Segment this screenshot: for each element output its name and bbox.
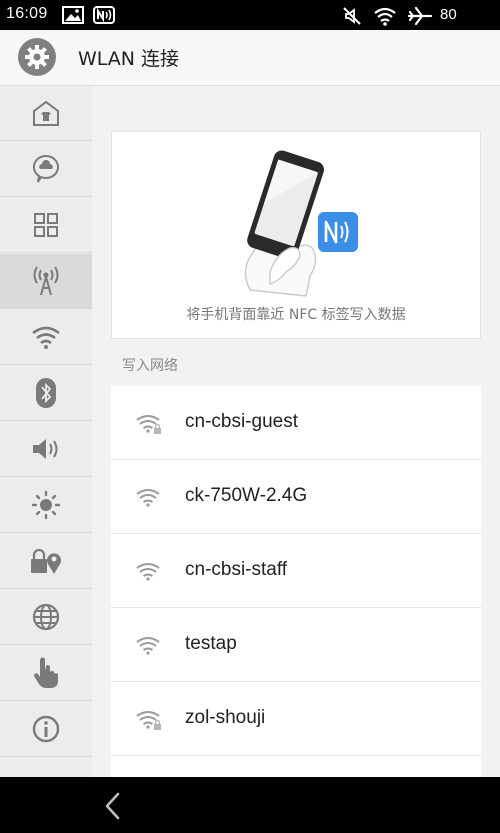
volume-icon	[31, 436, 61, 462]
network-item[interactable]: cn-cbsi-guest	[111, 386, 481, 460]
page-title: WLAN 连接	[78, 48, 180, 70]
network-name: cn-cbsi-staff	[185, 559, 288, 580]
globe-icon	[31, 602, 61, 632]
hotspot-antenna-icon	[30, 266, 62, 296]
bluetooth-icon	[34, 377, 58, 409]
main-panel: 将手机背面靠近 NFC 标签写入数据 写入网络 cn-cbsi-guest ck…	[92, 86, 500, 777]
sidebar-item-sound[interactable]	[0, 422, 92, 477]
gallery-notification-icon	[62, 6, 84, 28]
wifi-locked-icon	[136, 413, 162, 439]
cloud-chat-icon	[32, 154, 60, 184]
network-name: zol-shouji	[185, 707, 266, 728]
nfc-instruction-card: 将手机背面靠近 NFC 标签写入数据	[111, 131, 481, 339]
network-list: cn-cbsi-guest ck-750W-2.4G cn-cbsi-staff…	[111, 386, 481, 777]
battery-level: 80	[440, 6, 457, 23]
sidebar-item-language[interactable]	[0, 590, 92, 645]
networks-section-label: 写入网络	[122, 358, 178, 374]
nfc-status-icon	[93, 6, 115, 28]
sidebar-item-display[interactable]	[0, 478, 92, 533]
wifi-icon	[136, 561, 162, 587]
brightness-icon	[31, 490, 61, 520]
network-name: cn-cbsi-guest	[185, 411, 298, 432]
sidebar-item-wifi[interactable]	[0, 310, 92, 365]
sidebar-item-apps[interactable]	[0, 198, 92, 253]
status-time: 16:09	[6, 5, 48, 22]
network-item[interactable]: zol-shouji	[111, 682, 481, 756]
status-bar: 16:09 80	[0, 0, 500, 30]
airplane-mode-icon	[407, 6, 433, 30]
wifi-icon	[136, 635, 162, 661]
network-item-partial[interactable]	[111, 756, 481, 777]
sidebar-item-about[interactable]	[0, 702, 92, 757]
nfc-instruction-text: 将手机背面靠近 NFC 标签写入数据	[186, 307, 406, 323]
network-item[interactable]: testap	[111, 608, 481, 682]
network-name: ck-750W-2.4G	[185, 485, 308, 506]
sidebar-item-hotspot[interactable]	[0, 254, 92, 309]
network-item[interactable]: ck-750W-2.4G	[111, 460, 481, 534]
sidebar-item-home[interactable]	[0, 86, 92, 141]
phone-tap-nfc-illustration	[230, 150, 370, 304]
network-item[interactable]: cn-cbsi-staff	[111, 534, 481, 608]
settings-gear-icon[interactable]	[18, 38, 56, 76]
sidebar-item-security-location[interactable]	[0, 534, 92, 589]
system-navigation-bar	[0, 777, 500, 833]
sidebar-item-gestures[interactable]	[0, 646, 92, 701]
hand-pointer-icon	[32, 657, 60, 689]
sidebar-item-cloud[interactable]	[0, 142, 92, 197]
home-icon	[32, 99, 60, 127]
wifi-icon	[31, 325, 61, 349]
settings-sidebar	[0, 86, 92, 777]
wifi-icon	[136, 487, 162, 513]
back-arrow-icon[interactable]	[98, 791, 128, 821]
wifi-status-icon	[373, 6, 397, 30]
page-header: WLAN 连接	[0, 30, 500, 86]
wifi-locked-icon	[136, 709, 162, 735]
info-icon	[31, 714, 61, 744]
lock-location-icon	[30, 547, 62, 575]
mute-icon	[342, 6, 362, 30]
network-name: testap	[185, 633, 237, 654]
sidebar-item-bluetooth[interactable]	[0, 366, 92, 421]
apps-grid-icon	[33, 212, 59, 238]
